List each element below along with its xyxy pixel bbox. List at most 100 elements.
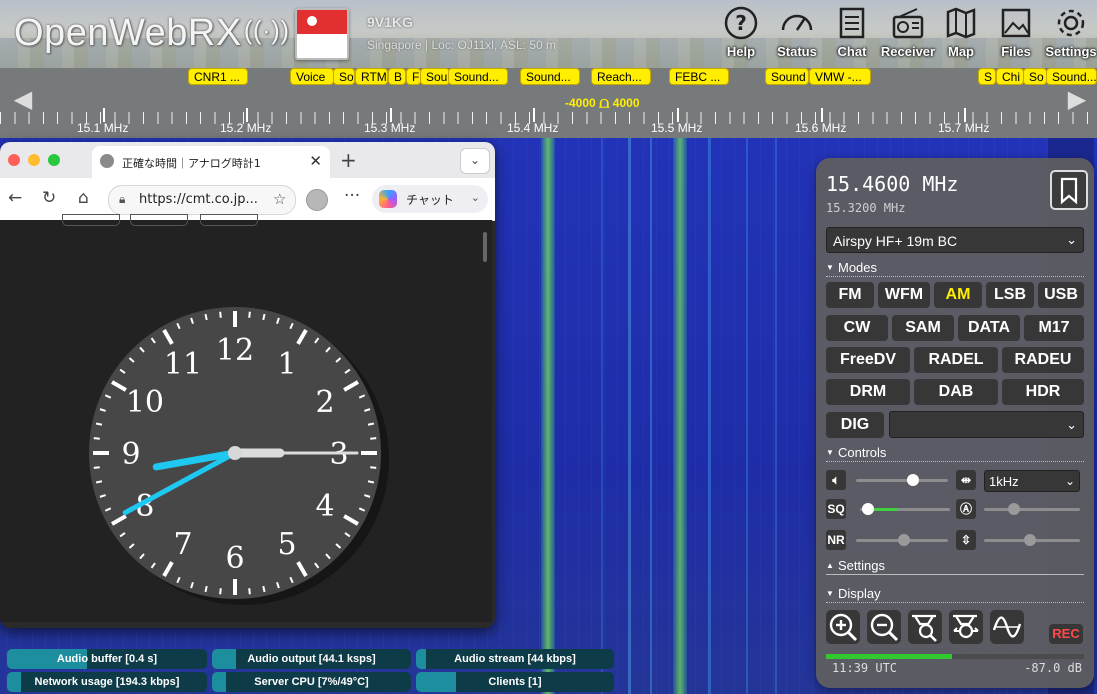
bookmark-tag[interactable]: Reach... (591, 68, 651, 85)
tuned-frequency[interactable]: 15.4600 MHz (826, 172, 958, 196)
zoom-in-button[interactable] (826, 610, 860, 644)
mode-button-active[interactable]: AM (934, 282, 982, 308)
status-button[interactable]: Status (768, 4, 826, 62)
bookmark-tag[interactable]: Sound (765, 68, 809, 85)
mode-button[interactable]: RADEU (1002, 347, 1084, 373)
tuning-step-select[interactable]: 1kHz ⌄ (984, 470, 1080, 492)
more-menu-icon[interactable]: ··· (344, 186, 360, 206)
mode-button[interactable]: HDR (1002, 379, 1084, 405)
zoom-reset-button[interactable] (949, 610, 983, 644)
dig-mode-button[interactable]: DIG (826, 412, 884, 438)
settings-section-header[interactable]: ▲ Settings (826, 558, 1084, 575)
close-tab-icon[interactable]: ✕ (309, 152, 322, 170)
noise-reduction-slider[interactable] (856, 534, 948, 546)
mode-button[interactable]: DRM (826, 379, 910, 405)
mode-button[interactable]: DAB (914, 379, 998, 405)
mode-button[interactable]: FreeDV (826, 347, 910, 373)
chat-button[interactable]: Chat (823, 4, 881, 62)
record-button[interactable]: REC (1049, 624, 1083, 644)
signal-carrier (708, 138, 711, 694)
bookmark-tag[interactable]: Sound... (1046, 68, 1097, 85)
noise-reduction-label[interactable]: NR (826, 530, 846, 550)
receiver-label: Receiver (880, 44, 936, 59)
squelch-slider-handle[interactable] (862, 503, 874, 515)
reload-icon[interactable]: ↻ (42, 188, 56, 208)
gear-icon (1057, 9, 1085, 37)
favorite-star-icon[interactable]: ☆ (273, 190, 286, 208)
passband-indicator[interactable]: -4000 ⩍ 4000 (565, 95, 640, 113)
mode-button[interactable]: M17 (1024, 315, 1084, 341)
zoom-to-passband-button[interactable] (908, 610, 942, 644)
openwebrx-logo[interactable]: OpenWebRX((·)) (14, 12, 290, 55)
bookmark-tag[interactable]: Voice (290, 68, 334, 85)
help-button[interactable]: ? Help (712, 4, 770, 62)
mode-button[interactable]: SAM (892, 315, 954, 341)
bookmark-tag[interactable]: Chi (996, 68, 1024, 85)
bookmark-tag[interactable]: Sound... (448, 68, 508, 85)
squelch-label[interactable]: SQ (826, 499, 846, 519)
profile-select[interactable]: Airspy HF+ 19m BC ⌄ (826, 227, 1084, 253)
copilot-chat-button[interactable]: チャット ⌄ (372, 185, 488, 213)
new-tab-plus-icon[interactable]: + (340, 148, 357, 172)
slider-handle[interactable] (1024, 534, 1036, 546)
page-scrollbar[interactable] (483, 232, 487, 262)
hd-volume-slider[interactable] (984, 503, 1080, 515)
gain-slider[interactable] (984, 534, 1080, 546)
browser-tab[interactable]: 正確な時間｜アナログ時計1 ✕ (92, 146, 330, 178)
speaker-icon[interactable]: 🔈︎ (826, 470, 846, 490)
profile-avatar[interactable] (306, 189, 328, 211)
frequency-scale[interactable]: CNR1 ... Voice So RTM B F Sou Sound... S… (0, 68, 1097, 138)
volume-slider[interactable] (856, 474, 948, 486)
bookmark-tag[interactable]: Sou (420, 68, 450, 85)
bandwidth-width-icon[interactable]: ⇹ (956, 470, 976, 490)
mode-button[interactable]: WFM (878, 282, 930, 308)
receiver-avatar-flag[interactable] (295, 8, 349, 60)
digital-mode-select[interactable]: ⌄ (889, 411, 1084, 438)
back-arrow-icon[interactable]: ← (8, 188, 22, 208)
minimize-window-button[interactable] (28, 154, 40, 166)
maximize-window-button[interactable] (48, 154, 60, 166)
add-bookmark-button[interactable] (1050, 170, 1088, 210)
mode-button[interactable]: RADEL (914, 347, 998, 373)
bookmark-tag[interactable]: F (406, 68, 421, 85)
bookmark-tag[interactable]: Sound... (520, 68, 580, 85)
bookmark-tag[interactable]: So (1023, 68, 1047, 85)
bookmark-tag[interactable]: VMW -... (809, 68, 871, 85)
waterfall-autolevel-button[interactable] (990, 610, 1024, 644)
bookmark-tag[interactable]: CNR1 ... (188, 68, 248, 85)
controls-section-header[interactable]: ▼ Controls (826, 445, 1084, 462)
mode-button[interactable]: FM (826, 282, 874, 308)
scroll-left-arrow-icon[interactable]: ◀ (12, 84, 34, 114)
home-icon[interactable]: ⌂ (78, 188, 89, 208)
bookmark-tag[interactable]: B (388, 68, 406, 85)
slider-handle[interactable] (898, 534, 910, 546)
mode-button[interactable]: LSB (986, 282, 1034, 308)
bookmark-tag[interactable]: So (333, 68, 355, 85)
bookmark-tag[interactable]: S (978, 68, 996, 85)
mode-button[interactable]: DATA (958, 315, 1020, 341)
settings-button[interactable]: Settings (1042, 4, 1097, 62)
display-section-header[interactable]: ▼ Display (826, 586, 1084, 603)
auto-squelch-icon[interactable]: Ⓐ (956, 499, 976, 519)
modes-section-header[interactable]: ▼ Modes (826, 260, 1084, 277)
files-button[interactable]: Files (987, 4, 1045, 62)
volume-slider-handle[interactable] (907, 474, 920, 486)
close-window-button[interactable] (8, 154, 20, 166)
receiver-button[interactable]: Receiver (879, 4, 937, 62)
frequency-label: 15.7 MHz (938, 121, 990, 135)
squelch-slider[interactable] (860, 503, 950, 515)
chat-label: Chat (837, 44, 867, 59)
agc-gain-icon[interactable]: ⇳ (956, 530, 976, 550)
address-bar[interactable]: 🔒︎ https://cmt.co.jp... ☆ (108, 185, 296, 215)
mode-button[interactable]: USB (1038, 282, 1084, 308)
bookmark-tag[interactable]: RTM (355, 68, 388, 85)
scroll-right-arrow-icon[interactable]: ▶ (1066, 84, 1088, 114)
map-button[interactable]: Map (932, 4, 990, 62)
mode-button[interactable]: CW (826, 315, 888, 341)
chevron-down-icon: ⌄ (1066, 232, 1077, 247)
slider-handle[interactable] (1008, 503, 1020, 515)
tab-list-chevron-icon[interactable]: ⌄ (460, 148, 490, 174)
zoom-out-button[interactable] (867, 610, 901, 644)
bookmark-tag[interactable]: FEBC ... (669, 68, 729, 85)
radio-waves-icon: ((·)) (243, 15, 290, 45)
